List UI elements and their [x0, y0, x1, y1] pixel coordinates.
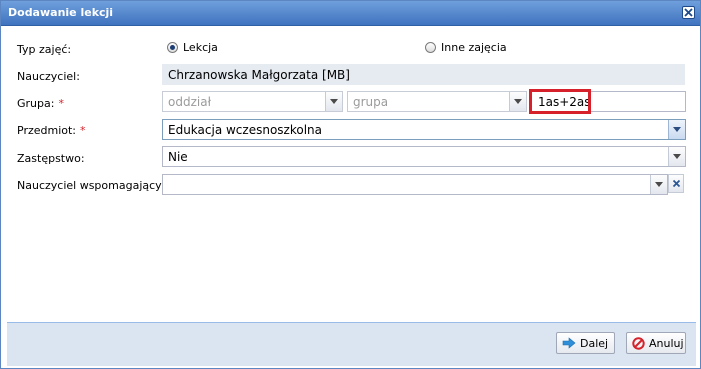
cancel-button[interactable]: Anuluj [626, 332, 686, 354]
dialog-titlebar: Dodawanie lekcji [1, 1, 700, 26]
required-mark: * [80, 124, 86, 137]
next-button-label: Dalej [580, 336, 609, 350]
cancel-button-label: Anuluj [649, 336, 684, 350]
required-mark: * [58, 97, 64, 110]
subject-select-value: Edukacja wczesnoszkolna [168, 123, 322, 137]
radio-inne-zajecia-label: Inne zajęcia [441, 41, 507, 54]
radio-lekcja[interactable]: Lekcja [167, 41, 218, 54]
group-label: Grupa: * [17, 97, 64, 110]
radio-selected-icon [167, 42, 178, 53]
assistant-teacher-label: Nauczyciel wspomagający: [17, 179, 165, 192]
radio-unselected-icon [425, 42, 436, 53]
group-select-placeholder: grupa [353, 95, 389, 109]
teacher-label: Nauczyciel: [17, 70, 80, 83]
class-select-placeholder: oddział [168, 95, 211, 109]
assistant-teacher-select[interactable] [162, 174, 668, 195]
clear-assistant-button[interactable] [668, 174, 684, 193]
close-icon [684, 8, 693, 17]
chevron-down-icon [673, 154, 681, 159]
add-lesson-dialog: Dodawanie lekcji Typ zajęć: Lekcja Inne … [0, 0, 701, 369]
group-select[interactable]: grupa [347, 91, 527, 112]
subject-label-text: Przedmiot: [17, 124, 77, 137]
substitution-select-value: Nie [168, 150, 188, 164]
subject-label: Przedmiot: * [17, 124, 86, 137]
next-button[interactable]: Dalej [556, 332, 615, 354]
subject-select-trigger[interactable] [668, 120, 685, 139]
close-button[interactable] [682, 6, 695, 19]
substitution-select[interactable]: Nie [162, 146, 686, 167]
chevron-down-icon [330, 99, 338, 104]
dialog-title: Dodawanie lekcji [8, 6, 114, 19]
x-icon [672, 179, 681, 188]
teacher-value: Chrzanowska Małgorzata [MB] [162, 64, 685, 85]
chevron-down-icon [673, 127, 681, 132]
group-label-text: Grupa: [17, 97, 55, 110]
class-select-trigger[interactable] [325, 92, 342, 111]
arrow-right-icon [562, 337, 576, 349]
radio-inne-zajecia[interactable]: Inne zajęcia [425, 41, 507, 54]
class-select[interactable]: oddział [162, 91, 343, 112]
assistant-teacher-select-trigger[interactable] [650, 175, 667, 194]
cancel-icon [632, 336, 645, 350]
group-select-trigger[interactable] [509, 92, 526, 111]
highlight-frame [529, 89, 591, 114]
chevron-down-icon [655, 182, 663, 187]
subject-select[interactable]: Edukacja wczesnoszkolna [162, 119, 686, 140]
chevron-down-icon [514, 99, 522, 104]
radio-lekcja-label: Lekcja [183, 41, 218, 54]
lesson-type-label: Typ zajęć: [17, 43, 72, 56]
substitution-select-trigger[interactable] [668, 147, 685, 166]
substitution-label: Zastępstwo: [17, 152, 85, 165]
